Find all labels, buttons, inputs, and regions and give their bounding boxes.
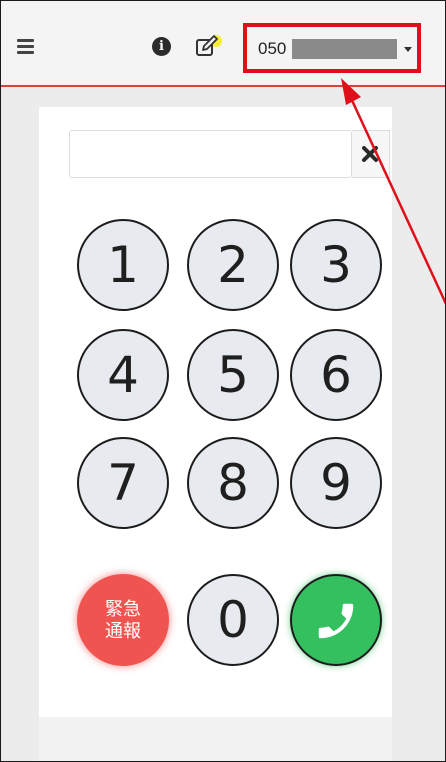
app-frame: i 050 1 2 3 4 5 6 7 8 9 緊急 通報 0 bbox=[0, 0, 446, 762]
caret-down-icon bbox=[404, 47, 412, 52]
key-2[interactable]: 2 bbox=[187, 219, 279, 311]
line-number-prefix: 050 bbox=[258, 39, 287, 58]
close-x-icon bbox=[362, 146, 378, 162]
key-5[interactable]: 5 bbox=[187, 329, 279, 421]
hamburger-menu-icon[interactable] bbox=[17, 39, 34, 54]
info-circle-icon[interactable]: i bbox=[152, 37, 171, 56]
key-7[interactable]: 7 bbox=[77, 437, 169, 529]
key-1[interactable]: 1 bbox=[77, 219, 169, 311]
bottom-area bbox=[39, 717, 392, 761]
top-bar: i 050 bbox=[1, 1, 445, 87]
phone-icon bbox=[318, 603, 354, 639]
key-4[interactable]: 4 bbox=[77, 329, 169, 421]
key-8[interactable]: 8 bbox=[187, 437, 279, 529]
key-9[interactable]: 9 bbox=[290, 437, 382, 529]
key-6[interactable]: 6 bbox=[290, 329, 382, 421]
redacted-number-mask bbox=[292, 39, 397, 59]
phone-number-input[interactable] bbox=[69, 130, 352, 178]
call-button[interactable] bbox=[290, 574, 382, 666]
key-3[interactable]: 3 bbox=[290, 219, 382, 311]
line-number-select[interactable]: 050 bbox=[243, 23, 421, 73]
emergency-label-line2: 通報 bbox=[105, 621, 141, 642]
key-0[interactable]: 0 bbox=[187, 574, 279, 666]
pencil-square-icon[interactable] bbox=[195, 34, 223, 60]
dialer-panel: 1 2 3 4 5 6 7 8 9 緊急 通報 0 bbox=[39, 107, 392, 761]
emergency-label-line1: 緊急 bbox=[105, 599, 141, 620]
emergency-call-button[interactable]: 緊急 通報 bbox=[77, 574, 169, 666]
clear-button[interactable] bbox=[352, 130, 390, 178]
